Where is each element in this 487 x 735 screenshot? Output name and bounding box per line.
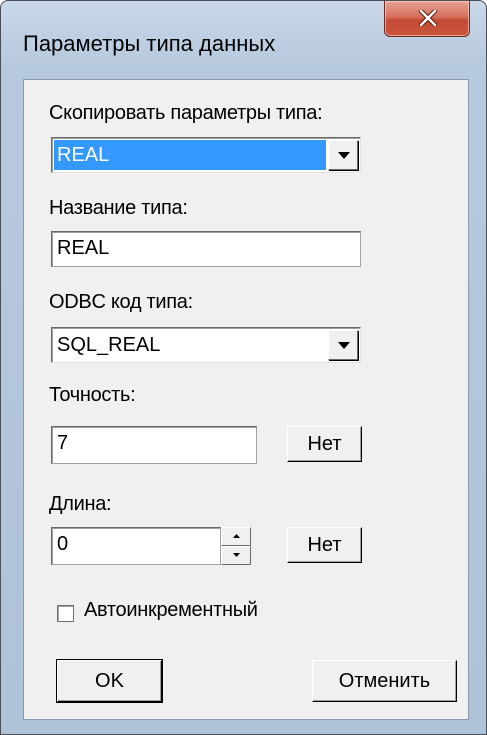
type-name-input[interactable]: REAL xyxy=(51,231,361,267)
odbc-code-label: ODBC код типа: xyxy=(49,291,193,313)
title-bar[interactable]: Параметры типа данных xyxy=(1,1,486,79)
close-icon xyxy=(419,10,437,26)
close-button[interactable] xyxy=(384,1,470,37)
dialog-body: Скопировать параметры типа: REAL Названи… xyxy=(23,79,469,720)
autoincrement-checkbox[interactable] xyxy=(57,605,74,622)
chevron-down-icon xyxy=(338,342,350,349)
autoincrement-label[interactable]: Автоинкрементный xyxy=(84,599,258,622)
copy-params-label: Скопировать параметры типа: xyxy=(49,102,323,124)
precision-none-button[interactable]: Нет xyxy=(287,426,362,462)
copy-params-select[interactable]: REAL xyxy=(51,137,361,173)
odbc-code-dropdown-button[interactable] xyxy=(328,330,358,360)
chevron-down-icon xyxy=(338,152,350,159)
spin-down-icon xyxy=(233,553,240,557)
ok-button[interactable]: OK xyxy=(56,659,163,703)
dialog-window: Параметры типа данных Скопировать параме… xyxy=(0,0,487,735)
cancel-button[interactable]: Отменить xyxy=(312,660,457,702)
length-spinner[interactable] xyxy=(221,527,251,565)
length-spin-down-button[interactable] xyxy=(221,546,251,565)
length-spin-up-button[interactable] xyxy=(221,527,251,546)
window-title: Параметры типа данных xyxy=(23,31,276,56)
length-input[interactable]: 0 xyxy=(51,527,221,565)
odbc-code-select[interactable]: SQL_REAL xyxy=(51,327,361,363)
spin-up-icon xyxy=(233,534,240,538)
copy-params-value: REAL xyxy=(54,140,326,170)
precision-input[interactable]: 7 xyxy=(51,426,257,464)
copy-params-dropdown-button[interactable] xyxy=(328,140,358,170)
odbc-code-value: SQL_REAL xyxy=(57,334,161,356)
length-none-button[interactable]: Нет xyxy=(287,527,362,563)
precision-label: Точность: xyxy=(49,384,136,406)
type-name-label: Название типа: xyxy=(49,197,188,219)
length-label: Длина: xyxy=(49,493,112,515)
